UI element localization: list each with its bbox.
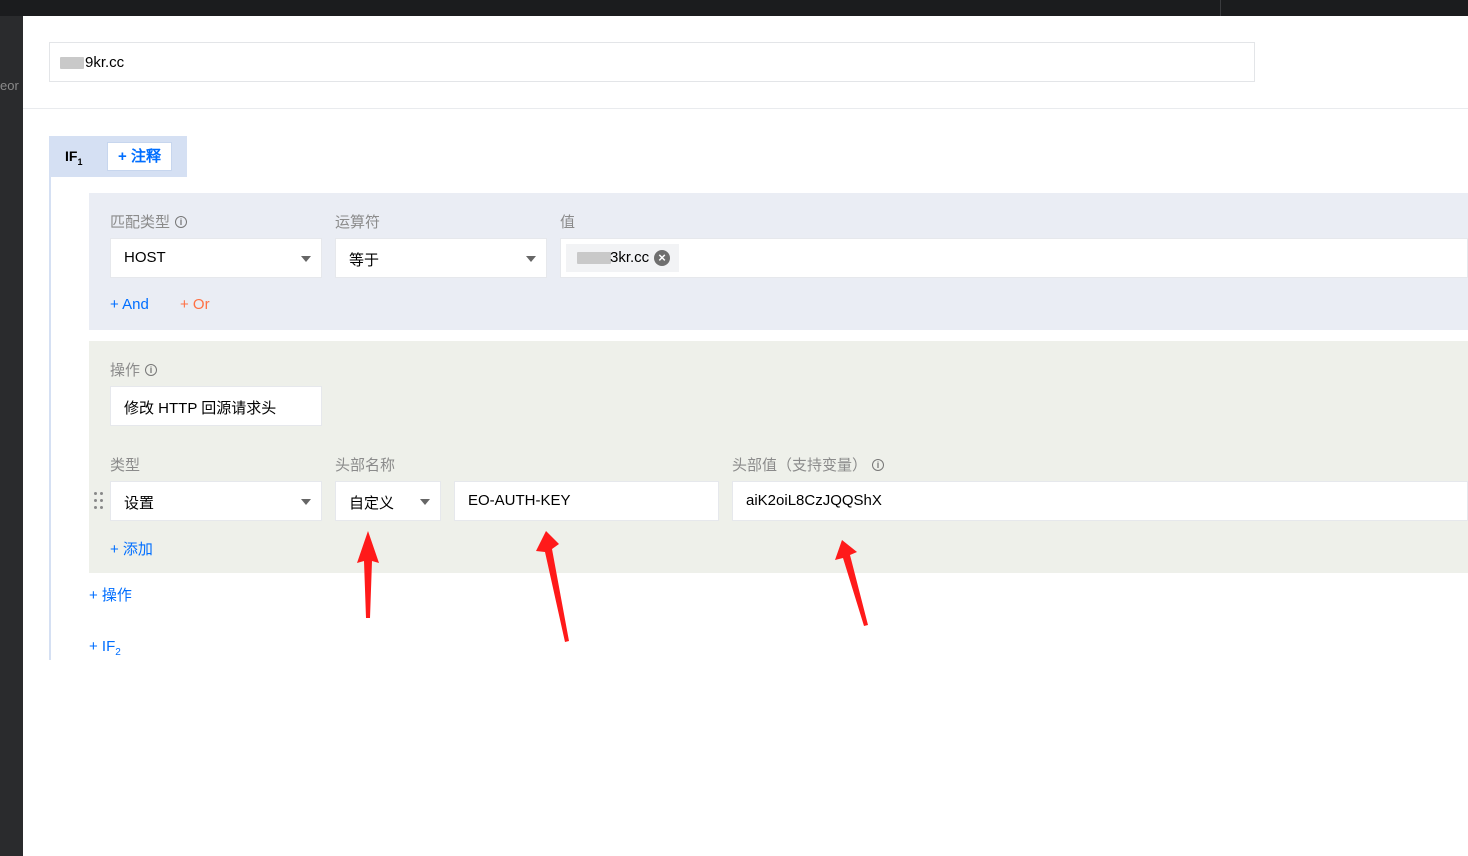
add-note-button[interactable]: + 注释 bbox=[107, 142, 172, 171]
domain-value: 9kr.cc bbox=[85, 54, 125, 71]
add-if-link[interactable]: + IF2 bbox=[89, 638, 121, 658]
operation-value: 修改 HTTP 回源请求头 bbox=[124, 400, 277, 417]
add-operation-link[interactable]: + 操作 bbox=[89, 584, 132, 605]
header-name-label: 头部名称 bbox=[335, 457, 396, 474]
chevron-down-icon bbox=[301, 256, 311, 262]
remove-tag-icon[interactable]: × bbox=[654, 250, 670, 266]
redaction-mask bbox=[577, 252, 611, 264]
match-type-select[interactable]: HOST bbox=[110, 238, 322, 278]
condition-block: 匹配类型 i 运算符 值 HOST 等于 3kr.cc × + And + Or bbox=[89, 193, 1468, 330]
add-header-link[interactable]: + 添加 bbox=[110, 538, 153, 559]
rule-editor-panel: 9kr.cc IF1 + 注释 匹配类型 i 运算符 值 HOST 等于 3kr.… bbox=[23, 16, 1468, 856]
background-window-text: eor bbox=[0, 78, 19, 93]
header-value-label: 头部值（支持变量） i bbox=[732, 454, 885, 475]
header-name-mode-select[interactable]: 自定义 bbox=[335, 481, 441, 521]
match-type-label: 匹配类型 i bbox=[110, 211, 188, 232]
header-type-value: 设置 bbox=[124, 495, 155, 512]
add-and-condition-link[interactable]: + And bbox=[110, 296, 149, 313]
header-value-value: aiK2oiL8CzJQQShX bbox=[746, 492, 882, 509]
header-type-select[interactable]: 设置 bbox=[110, 481, 322, 521]
match-type-value: HOST bbox=[124, 249, 166, 266]
type-label: 类型 bbox=[110, 457, 141, 474]
background-window-strip: eor bbox=[0, 16, 23, 856]
operator-select[interactable]: 等于 bbox=[335, 238, 547, 278]
if1-guide-line bbox=[49, 177, 51, 660]
top-bar bbox=[0, 0, 1468, 16]
header-name-input[interactable]: EO-AUTH-KEY bbox=[454, 481, 719, 521]
value-label: 值 bbox=[560, 214, 576, 231]
redaction-mask bbox=[60, 57, 84, 69]
section-separator bbox=[23, 108, 1468, 109]
info-icon[interactable]: i bbox=[872, 459, 885, 472]
if1-label: IF1 bbox=[65, 148, 83, 167]
if1-header: IF1 + 注释 bbox=[49, 136, 187, 177]
chevron-down-icon bbox=[420, 499, 430, 505]
add-or-condition-link[interactable]: + Or bbox=[180, 296, 210, 313]
value-tag-text: 3kr.cc bbox=[610, 249, 650, 266]
action-block: 操作 i 修改 HTTP 回源请求头 类型 头部名称 头部值（支持变量） i 设置 … bbox=[89, 341, 1468, 573]
header-value-input[interactable]: aiK2oiL8CzJQQShX bbox=[732, 481, 1468, 521]
operator-value: 等于 bbox=[349, 252, 380, 269]
drag-handle-icon[interactable] bbox=[94, 492, 104, 512]
operation-select[interactable]: 修改 HTTP 回源请求头 bbox=[110, 386, 322, 426]
operator-label: 运算符 bbox=[335, 214, 381, 231]
operation-label: 操作 i bbox=[110, 359, 158, 380]
top-bar-divider bbox=[1220, 0, 1221, 16]
chevron-down-icon bbox=[526, 256, 536, 262]
info-icon[interactable]: i bbox=[145, 364, 158, 377]
header-name-mode-value: 自定义 bbox=[349, 495, 395, 512]
chevron-down-icon bbox=[301, 499, 311, 505]
domain-field[interactable]: 9kr.cc bbox=[49, 42, 1255, 82]
value-tag: 3kr.cc × bbox=[566, 244, 679, 272]
condition-value-input[interactable]: 3kr.cc × bbox=[560, 238, 1468, 278]
info-icon[interactable]: i bbox=[175, 216, 188, 229]
header-name-value: EO-AUTH-KEY bbox=[468, 492, 571, 509]
